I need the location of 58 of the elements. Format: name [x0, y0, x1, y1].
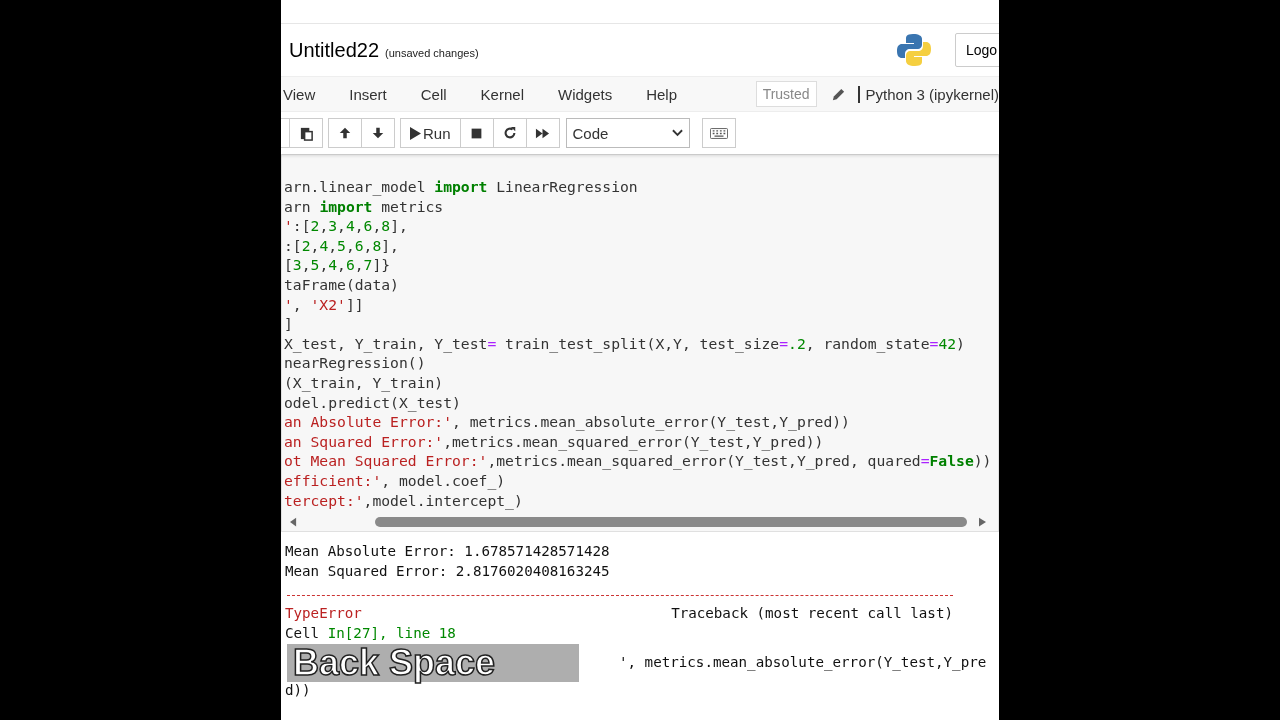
code-line: arn import metrics	[284, 196, 445, 217]
output-line: Mean Absolute Error: 1.678571428571428	[285, 542, 611, 561]
stop-icon	[470, 126, 484, 140]
code-line: [3,5,4,6,7]}	[284, 255, 392, 275]
left-arrow-icon[interactable]	[290, 517, 297, 528]
menu-item[interactable]: Help	[629, 85, 694, 103]
menu-item[interactable]: Kernel	[463, 85, 541, 103]
traceback-location: Cell In[27], line 18	[285, 623, 457, 643]
menu-item[interactable]: Cell	[403, 85, 464, 103]
code-line: :[2,4,5,6,8],	[284, 235, 400, 256]
run-button[interactable]: Run	[400, 118, 461, 148]
key-caption: Back Space	[287, 644, 579, 682]
code-line: efficient:', model.coef_)	[284, 470, 507, 491]
caret-icon	[671, 129, 683, 137]
code-line: an Squared Error:',metrics.mean_squared_error(Y_test,Y_pred))	[284, 431, 825, 452]
code-line: tercept:',model.intercept_)	[284, 490, 524, 511]
up-arrow-icon	[338, 126, 352, 140]
code-line: ]	[284, 314, 294, 334]
paste-icon	[298, 125, 314, 141]
traceback-code: ', metrics.mean_absolute_error(Y_test,Y_pre	[619, 653, 987, 673]
fast-forward-button[interactable]	[525, 118, 560, 148]
pencil-icon[interactable]	[830, 86, 846, 102]
kernel-name[interactable]: Python 3 (ipykernel)	[857, 85, 999, 103]
down-arrow-icon	[371, 126, 385, 140]
code-line: ot Mean Squared Error:',metrics.mean_squared_error(Y_test,Y_pred, quared=False))	[284, 451, 993, 471]
menu-item[interactable]: Widgets	[540, 85, 630, 103]
cell-type-dropdown[interactable]: Code	[565, 118, 690, 148]
restart-icon	[502, 126, 517, 140]
notebook-title[interactable]: Untitled22	[289, 38, 380, 62]
code-line: ':[2,3,4,6,8],	[284, 216, 409, 236]
menu-item[interactable]: View	[281, 85, 333, 103]
logout-button[interactable]: Logo	[955, 33, 999, 67]
keyboard-icon	[709, 127, 728, 139]
right-arrow-icon[interactable]	[979, 517, 986, 528]
output-line: Mean Squared Error: 2.8176020408163245	[285, 561, 611, 581]
horizontal-scrollbar[interactable]	[290, 517, 986, 528]
error-name: TypeError	[285, 604, 362, 624]
stop-button[interactable]	[459, 118, 494, 148]
menu-item[interactable]: Insert	[332, 85, 404, 103]
code-line: arn.linear_model import LinearRegression	[284, 177, 639, 197]
code-line: nearRegression()	[284, 353, 427, 373]
code-line: X_test, Y_train, Y_test= train_test_split(X,Y, test_size=.2, random_state=42)	[284, 333, 966, 354]
code-line: ', 'X2']]	[284, 294, 365, 315]
code-line: an Absolute Error:', metrics.mean_absolute_error(Y_test,Y_pred))	[284, 412, 851, 432]
move-down-button[interactable]	[361, 118, 395, 148]
code-line: odel.predict(X_test)	[284, 392, 462, 413]
restart-button[interactable]	[492, 118, 527, 148]
code-line: (X_train, Y_train)	[284, 372, 445, 393]
keyboard-button[interactable]	[701, 118, 736, 148]
play-icon	[410, 126, 421, 140]
traceback-heading: Traceback (most recent call last)	[671, 604, 953, 624]
move-up-button[interactable]	[328, 118, 362, 148]
code-line: taFrame(data)	[284, 274, 400, 295]
logo-icon	[897, 33, 931, 67]
trusted-button[interactable]: Trusted	[755, 81, 817, 107]
paste-button[interactable]	[289, 118, 323, 148]
traceback-code: d))	[285, 681, 312, 701]
save-status: (unsaved changes)	[385, 47, 479, 59]
